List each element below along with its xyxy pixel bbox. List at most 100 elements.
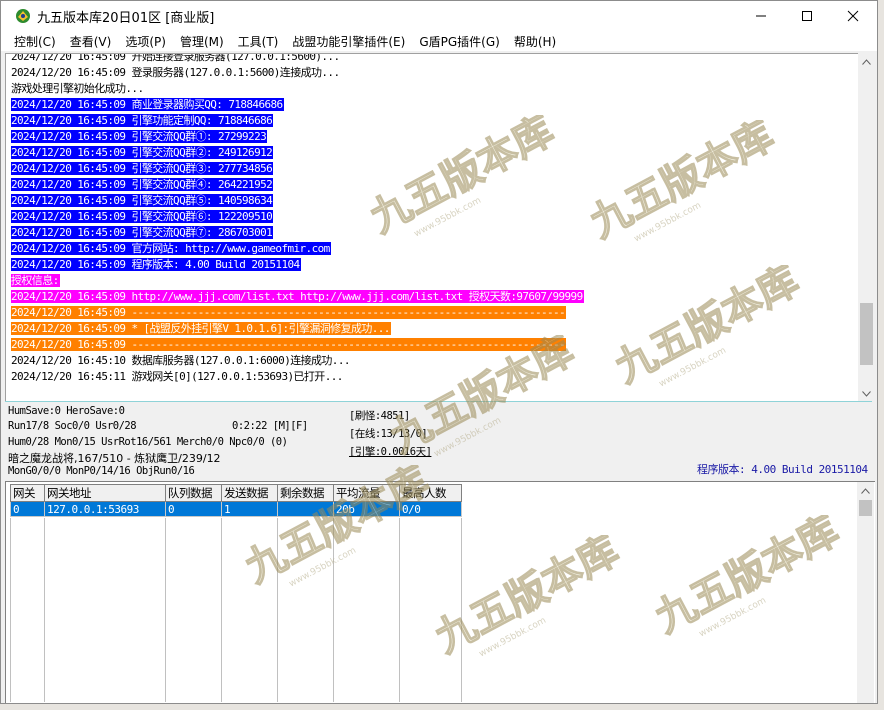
menu-gshield-plugin[interactable]: G盾PG插件(G): [412, 33, 507, 50]
scroll-down-icon[interactable]: [858, 385, 875, 402]
table-cell: 0/0: [399, 501, 462, 517]
log-line: 2024/12/20 16:45:11 游戏网关[0](127.0.0.1:53…: [11, 369, 584, 385]
log-line-text: 2024/12/20 16:45:09 引擎交流QQ群⑦: 286703001: [11, 226, 274, 239]
log-line: 2024/12/20 16:45:09 商业登录器购买QQ: 718846686: [11, 97, 584, 113]
column-header[interactable]: 队列数据: [165, 484, 222, 502]
table-cell: 0: [10, 501, 45, 517]
log-line: 2024/12/20 16:45:09 --------------------…: [11, 305, 584, 321]
log-line-text: 2024/12/20 16:45:09 引擎交流QQ群⑤: 140598634: [11, 194, 274, 207]
column-header[interactable]: 网关地址: [44, 484, 166, 502]
table-header: 网关 网关地址 队列数据 发送数据 剩余数据 平均流量 最高人数: [10, 484, 462, 502]
log-line: 2024/12/20 16:45:09 引擎交流QQ群④: 264221952: [11, 177, 584, 193]
grid-empty-area: [10, 518, 462, 702]
maximize-button[interactable]: [784, 1, 830, 31]
log-lines: 2024/12/20 16:45:09 开始连接登录服务器(127.0.0.1:…: [11, 53, 584, 385]
column-header[interactable]: 网关: [10, 484, 45, 502]
log-line: 2024/12/20 16:45:09 引擎交流QQ群⑥: 122209510: [11, 209, 584, 225]
log-line-text: 授权信息:: [11, 274, 60, 287]
column-header[interactable]: 最高人数: [399, 484, 462, 502]
log-line: 2024/12/20 16:45:09 引擎交流QQ群②: 249126912: [11, 145, 584, 161]
log-line-text: 2024/12/20 16:45:09 引擎交流QQ群①: 27299223: [11, 130, 268, 143]
status-engine[interactable]: [引擎:0.0016天]: [349, 444, 432, 459]
log-line: 2024/12/20 16:45:09 程序版本: 4.00 Build 201…: [11, 257, 584, 273]
table-cell: 1: [221, 501, 278, 517]
log-line-text: 2024/12/20 16:45:09 引擎交流QQ群⑥: 122209510: [11, 210, 274, 223]
log-panel[interactable]: 2024/12/20 16:45:09 开始连接登录服务器(127.0.0.1:…: [5, 53, 860, 402]
log-line: 2024/12/20 16:45:09 官方网站: http://www.gam…: [11, 241, 584, 257]
status-time: 0:2:22 [M][F]: [232, 420, 308, 432]
table-cell: 127.0.0.1:53693: [44, 501, 166, 517]
menu-control[interactable]: 控制(C): [1, 33, 63, 50]
log-line: 2024/12/20 16:45:09 引擎功能定制QQ: 718846686: [11, 113, 584, 129]
table-cell: 20b: [333, 501, 400, 517]
menu-help[interactable]: 帮助(H): [507, 33, 563, 50]
log-line: 2024/12/20 16:45:09 引擎交流QQ群⑦: 286703001: [11, 225, 584, 241]
grid-scrollbar[interactable]: [857, 482, 874, 703]
gateway-table: 网关 网关地址 队列数据 发送数据 剩余数据 平均流量 最高人数 0 127.0.0.1:53…: [10, 484, 462, 517]
log-line-text: 2024/12/20 16:45:09 --------------------…: [11, 338, 567, 351]
log-line-text: 游戏处理引擎初始化成功...: [11, 82, 144, 95]
log-line: 授权信息:: [11, 273, 584, 289]
log-line-text: 2024/12/20 16:45:09 --------------------…: [11, 306, 567, 319]
status-panel: HumSave:0 HeroSave:0 Run17/8 Soc0/0 Usr0…: [5, 403, 875, 480]
log-line: 游戏处理引擎初始化成功...: [11, 81, 584, 97]
log-line-text: 2024/12/20 16:45:10 数据库服务器(127.0.0.1:600…: [11, 354, 350, 367]
menu-manage[interactable]: 管理(M): [173, 33, 231, 50]
log-line-text: 2024/12/20 16:45:09 商业登录器购买QQ: 718846686: [11, 98, 284, 111]
status-save: HumSave:0 HeroSave:0: [8, 405, 125, 417]
log-line-text: 2024/12/20 16:45:11 游戏网关[0](127.0.0.1:53…: [11, 370, 343, 383]
column-header[interactable]: 平均流量: [333, 484, 400, 502]
log-line: 2024/12/20 16:45:09 http://www.jjj.com/l…: [11, 289, 584, 305]
status-version: 程序版本: 4.00 Build 20151104: [697, 463, 868, 476]
table-cell: [277, 501, 334, 517]
log-line-text: 2024/12/20 16:45:09 引擎交流QQ群③: 277734856: [11, 162, 274, 175]
title-bar[interactable]: 九五版本库20日01区 [商业版]: [1, 1, 877, 31]
log-line: 2024/12/20 16:45:09 引擎交流QQ群①: 27299223: [11, 129, 584, 145]
log-line-text: 2024/12/20 16:45:09 官方网站: http://www.gam…: [11, 242, 331, 255]
log-line: 2024/12/20 16:45:09 登录服务器(127.0.0.1:5600…: [11, 65, 584, 81]
log-line: 2024/12/20 16:45:09 --------------------…: [11, 337, 584, 353]
log-line-text: 2024/12/20 16:45:09 引擎交流QQ群④: 264221952: [11, 178, 274, 191]
log-line-text: 2024/12/20 16:45:09 开始连接登录服务器(127.0.0.1:…: [11, 53, 340, 63]
log-line: 2024/12/20 16:45:09 * [战盟反外挂引擎V 1.0.1.6]…: [11, 321, 584, 337]
column-header[interactable]: 剩余数据: [277, 484, 334, 502]
gateway-grid[interactable]: 网关 网关地址 队列数据 发送数据 剩余数据 平均流量 最高人数 0 127.0.0.1:53…: [5, 481, 875, 703]
menu-bar: 控制(C) 查看(V) 选项(P) 管理(M) 工具(T) 战盟功能引擎插件(E…: [1, 31, 877, 51]
log-line: 2024/12/20 16:45:09 开始连接登录服务器(127.0.0.1:…: [11, 53, 584, 65]
status-hum: Hum0/28 Mon0/15 UsrRot16/561 Merch0/0 Np…: [8, 436, 288, 448]
close-icon: [847, 10, 859, 22]
grid-scroll-up-icon[interactable]: [857, 482, 874, 499]
maximize-icon: [802, 11, 812, 21]
log-line-text: 2024/12/20 16:45:09 程序版本: 4.00 Build 201…: [11, 258, 301, 271]
column-header[interactable]: 发送数据: [221, 484, 278, 502]
menu-options[interactable]: 选项(P): [118, 33, 173, 50]
divider: [5, 401, 872, 402]
menu-engine-plugin[interactable]: 战盟功能引擎插件(E): [285, 33, 412, 50]
log-line-text: 2024/12/20 16:45:09 引擎交流QQ群②: 249126912: [11, 146, 274, 159]
log-line-text: 2024/12/20 16:45:09 登录服务器(127.0.0.1:5600…: [11, 66, 340, 79]
status-boss: 暗之魔龙战将,167/510 - 炼狱鹰卫/239/12: [8, 452, 221, 465]
status-mon: MonG0/0/0 MonP0/14/16 ObjRun0/16: [8, 465, 195, 477]
log-scrollbar[interactable]: [858, 53, 875, 402]
status-refresh: [刷怪:4851]: [349, 410, 410, 422]
log-line: 2024/12/20 16:45:09 引擎交流QQ群⑤: 140598634: [11, 193, 584, 209]
main-window: 九五版本库20日01区 [商业版] 控制(C) 查看(V) 选项(P) 管理(M…: [0, 0, 878, 704]
close-button[interactable]: [830, 1, 876, 31]
log-line: 2024/12/20 16:45:09 引擎交流QQ群③: 277734856: [11, 161, 584, 177]
status-run: Run17/8 Soc0/0 Usr0/28: [8, 420, 137, 432]
log-line-text: 2024/12/20 16:45:09 * [战盟反外挂引擎V 1.0.1.6]…: [11, 322, 391, 335]
status-online: [在线:13/13/0]: [349, 428, 428, 440]
minimize-button[interactable]: [738, 1, 784, 31]
log-line: 2024/12/20 16:45:10 数据库服务器(127.0.0.1:600…: [11, 353, 584, 369]
log-line-text: 2024/12/20 16:45:09 http://www.jjj.com/l…: [11, 290, 584, 303]
window-title: 九五版本库20日01区 [商业版]: [37, 10, 215, 26]
log-line-text: 2024/12/20 16:45:09 引擎功能定制QQ: 718846686: [11, 114, 274, 127]
menu-view[interactable]: 查看(V): [63, 33, 119, 50]
menu-tools[interactable]: 工具(T): [231, 33, 286, 50]
app-icon: [16, 9, 30, 23]
log-scroll-thumb[interactable]: [860, 303, 873, 365]
scroll-up-icon[interactable]: [858, 53, 875, 70]
grid-scroll-thumb[interactable]: [859, 500, 872, 516]
table-cell: 0: [165, 501, 222, 517]
table-row[interactable]: 0 127.0.0.1:53693 0 1 20b 0/0: [10, 501, 462, 517]
